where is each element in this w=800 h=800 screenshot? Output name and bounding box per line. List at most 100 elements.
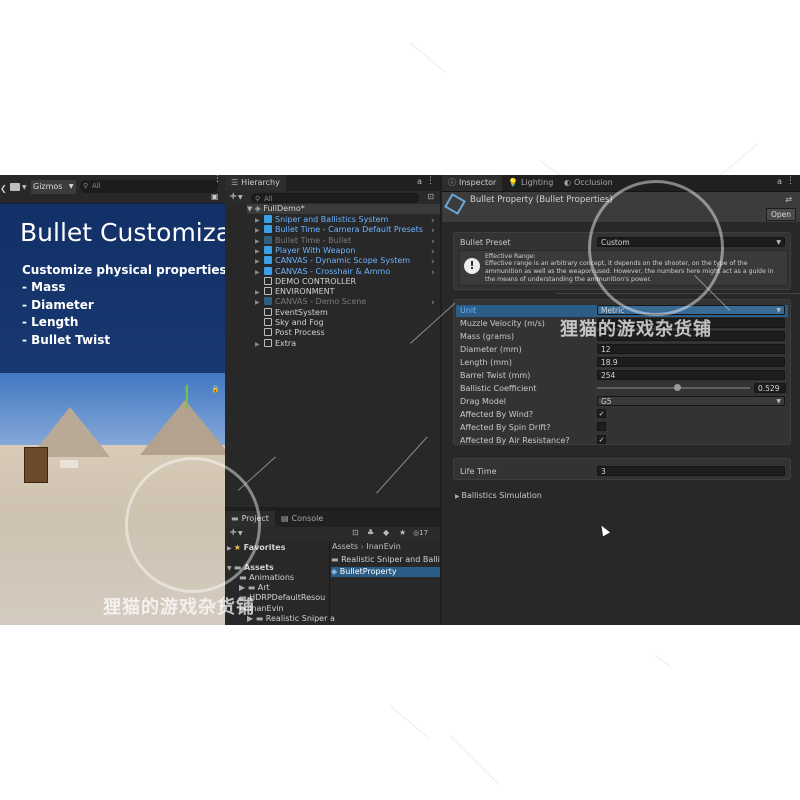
- filter-icon[interactable]: ♣: [367, 528, 374, 537]
- folder-icon: ▬: [331, 555, 342, 564]
- ballistics-simulation-label: Ballistics Simulation: [461, 491, 542, 500]
- gameobject-icon: [264, 266, 272, 275]
- more-options-icon[interactable]: ⋮: [213, 175, 222, 184]
- gameobject-icon: [264, 276, 272, 285]
- folder-icon: ▬: [239, 573, 250, 582]
- scene-gizmo-label: y: [184, 385, 189, 393]
- project-breadcrumb[interactable]: Assets › InanEvin: [332, 542, 401, 552]
- more-options-icon[interactable]: ⋮: [786, 176, 795, 186]
- search-options-icon[interactable]: ⊡: [427, 192, 434, 201]
- project-tree-folder[interactable]: ▬ Animations: [239, 573, 294, 583]
- diameter-value: 12: [601, 345, 611, 354]
- hierarchy-item-label: Sniper and Ballistics System: [275, 215, 389, 224]
- scene-back-arrow[interactable]: ❮: [0, 184, 7, 193]
- gameobject-icon: [264, 256, 272, 265]
- camera-icon[interactable]: [10, 183, 20, 191]
- hierarchy-item[interactable]: EventSystem: [255, 307, 328, 318]
- length-field[interactable]: 18.9: [597, 357, 785, 367]
- overlay-list-item: - Length: [22, 315, 79, 329]
- chevron-down-icon[interactable]: ▼: [22, 184, 27, 191]
- hierarchy-item[interactable]: Post Process: [255, 328, 325, 338]
- affected-by-air-resistance-label: Affected By Air Resistance?: [460, 436, 570, 445]
- gizmos-dropdown[interactable]: Gizmos ▼: [31, 180, 77, 194]
- chevron-right-icon[interactable]: ›: [431, 226, 435, 236]
- scene-target: [60, 460, 78, 468]
- unity-editor-window: ❮ ▼ Gizmos ▼ ⚲ All ⋮ ▣ y 🔒 Bullet Customiz…: [0, 175, 800, 625]
- breadcrumb-item[interactable]: Assets: [332, 542, 358, 551]
- scriptable-object-icon: ◈: [331, 567, 340, 576]
- drag-model-value: G5: [601, 397, 612, 406]
- chevron-right-icon[interactable]: ›: [431, 247, 435, 257]
- console-icon: ▤: [281, 514, 289, 523]
- life-time-field[interactable]: 3: [597, 466, 785, 476]
- hierarchy-item[interactable]: ▶ Extra: [255, 338, 296, 350]
- label-icon[interactable]: ◆: [383, 528, 389, 537]
- decor-streak: [449, 735, 500, 786]
- scene-search-input[interactable]: ⚲ All: [80, 180, 218, 193]
- chevron-right-icon[interactable]: ›: [431, 268, 435, 278]
- hierarchy-search-input[interactable]: ⚲ All: [251, 193, 419, 203]
- chevron-right-icon[interactable]: ›: [431, 257, 435, 267]
- open-button[interactable]: Open: [765, 208, 796, 221]
- tab-lighting[interactable]: 💡 Lighting: [502, 175, 559, 191]
- tab-occlusion[interactable]: ◐ Occlusion: [558, 175, 619, 191]
- project-divider: [329, 541, 330, 625]
- drag-model-label: Drag Model: [460, 397, 506, 406]
- project-tree-label: Realistic Sniper a: [265, 613, 335, 623]
- decor-streak: [389, 705, 429, 738]
- hidden-count-badge[interactable]: ◎17: [413, 529, 428, 537]
- project-tree-folder[interactable]: ▶ ▬ Art: [239, 583, 270, 593]
- chevron-right-icon[interactable]: ›: [431, 298, 435, 308]
- diameter-label: Diameter (mm): [460, 345, 522, 354]
- affected-by-air-resistance-checkbox[interactable]: ✓: [597, 435, 606, 444]
- unit-label: Unit: [460, 306, 477, 315]
- affected-by-spin-drift-checkbox[interactable]: [597, 422, 606, 431]
- add-icon[interactable]: +: [229, 191, 237, 202]
- overlay-list-item: - Mass: [22, 280, 66, 294]
- ballistics-simulation-foldout[interactable]: ▶ Ballistics Simulation: [455, 491, 542, 500]
- drag-model-dropdown[interactable]: G5 ▼: [597, 396, 785, 406]
- lock-icon[interactable]: a: [777, 177, 782, 186]
- chevron-down-icon[interactable]: ▼: [238, 194, 243, 201]
- gameobject-icon: [264, 338, 272, 347]
- expand-arrow-icon[interactable]: ▶: [255, 340, 264, 350]
- project-file-label: BulletProperty: [339, 567, 397, 576]
- ballistic-coefficient-field[interactable]: 0.529: [754, 383, 786, 393]
- project-tree-folder[interactable]: ▶ ▬ Realistic Sniper a: [247, 614, 335, 624]
- tab-console[interactable]: ▤ Console: [275, 511, 329, 527]
- list-icon: ☰: [231, 178, 239, 187]
- hierarchy-item[interactable]: Sky and Fog: [255, 318, 324, 328]
- hierarchy-item-label: CANVAS - Demo Scene: [275, 297, 367, 307]
- more-options-icon[interactable]: ⋮: [426, 176, 435, 186]
- hierarchy-item[interactable]: DEMO CONTROLLER: [255, 276, 356, 287]
- settings-icon[interactable]: ⇄: [785, 195, 792, 204]
- tab-inspector[interactable]: ⓘ Inspector: [442, 175, 503, 191]
- favorite-icon[interactable]: ★: [399, 528, 406, 537]
- hierarchy-item-label: CANVAS - Dynamic Scope System: [275, 256, 411, 266]
- life-time-label: Life Time: [460, 467, 497, 476]
- project-file-item[interactable]: ▬ Realistic Sniper and Balli: [331, 555, 440, 565]
- tab-console-label: Console: [291, 514, 324, 523]
- decor-streak: [654, 655, 672, 668]
- length-label: Length (mm): [460, 358, 512, 367]
- project-tree-folder[interactable]: ▬ Animations: [255, 624, 310, 625]
- breadcrumb-item[interactable]: InanEvin: [366, 542, 400, 551]
- lock-icon[interactable]: ▣: [211, 192, 219, 201]
- mass-label: Mass (grams): [460, 332, 515, 341]
- hierarchy-item-label: EventSystem: [275, 307, 328, 317]
- diameter-field[interactable]: 12: [597, 344, 785, 354]
- chevron-right-icon[interactable]: ›: [431, 237, 435, 247]
- chevron-right-icon[interactable]: ›: [431, 216, 435, 226]
- project-tree-label: HDRPDefaultResou: [249, 593, 326, 603]
- lock-icon[interactable]: a: [417, 177, 422, 186]
- decor-streak: [720, 142, 759, 176]
- search-by-type-icon[interactable]: ⊡: [352, 528, 359, 537]
- hierarchy-tabbar: ☰ Hierarchy a ⋮: [225, 175, 440, 192]
- affected-by-wind-checkbox[interactable]: ✓: [597, 409, 606, 418]
- tab-hierarchy[interactable]: ☰ Hierarchy: [225, 175, 286, 191]
- project-file-item-selected[interactable]: ◈ BulletProperty: [331, 567, 440, 577]
- help-title: Effective Range:: [485, 253, 536, 260]
- barrel-twist-field[interactable]: 254: [597, 370, 785, 380]
- hierarchy-root[interactable]: ▼ ◈ FullDemo*: [247, 204, 440, 214]
- lock-icon[interactable]: 🔒: [211, 385, 220, 393]
